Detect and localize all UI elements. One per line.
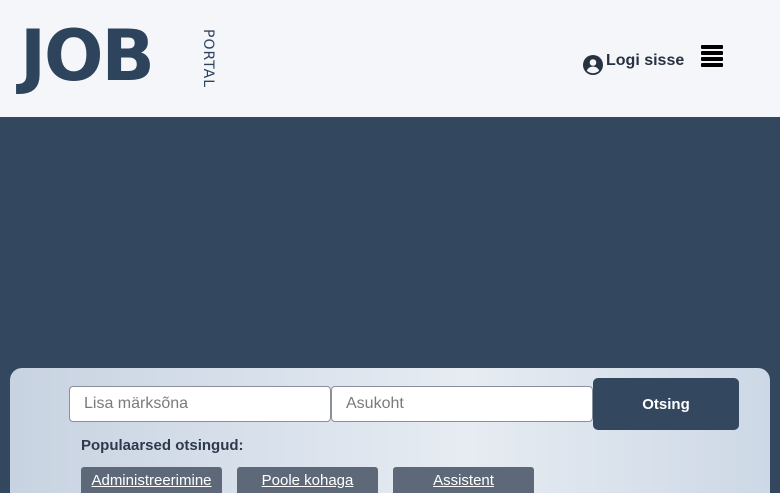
- popular-search-chip[interactable]: Poole kohaga: [237, 467, 378, 493]
- user-circle-icon: [583, 55, 603, 75]
- logo-main-text: JOB: [20, 15, 155, 97]
- hamburger-menu-icon[interactable]: [701, 45, 723, 69]
- site-header: JOB PORTAL Logi sisse: [0, 0, 780, 117]
- login-label: Logi sisse: [606, 51, 685, 69]
- job-portal-logo[interactable]: JOB PORTAL: [20, 21, 216, 93]
- logo-side-text: PORTAL: [200, 29, 216, 89]
- popular-search-chip[interactable]: Assistent: [393, 467, 534, 493]
- search-panel: Otsing Populaarsed otsingud: Administree…: [10, 368, 770, 493]
- location-input[interactable]: [331, 386, 593, 422]
- popular-search-chip[interactable]: Administreerimine: [81, 467, 222, 493]
- login-link[interactable]: Logi sisse: [583, 49, 684, 75]
- popular-searches-label: Populaarsed otsingud:: [81, 437, 244, 454]
- search-button[interactable]: Otsing: [593, 378, 739, 430]
- keyword-input[interactable]: [69, 386, 331, 422]
